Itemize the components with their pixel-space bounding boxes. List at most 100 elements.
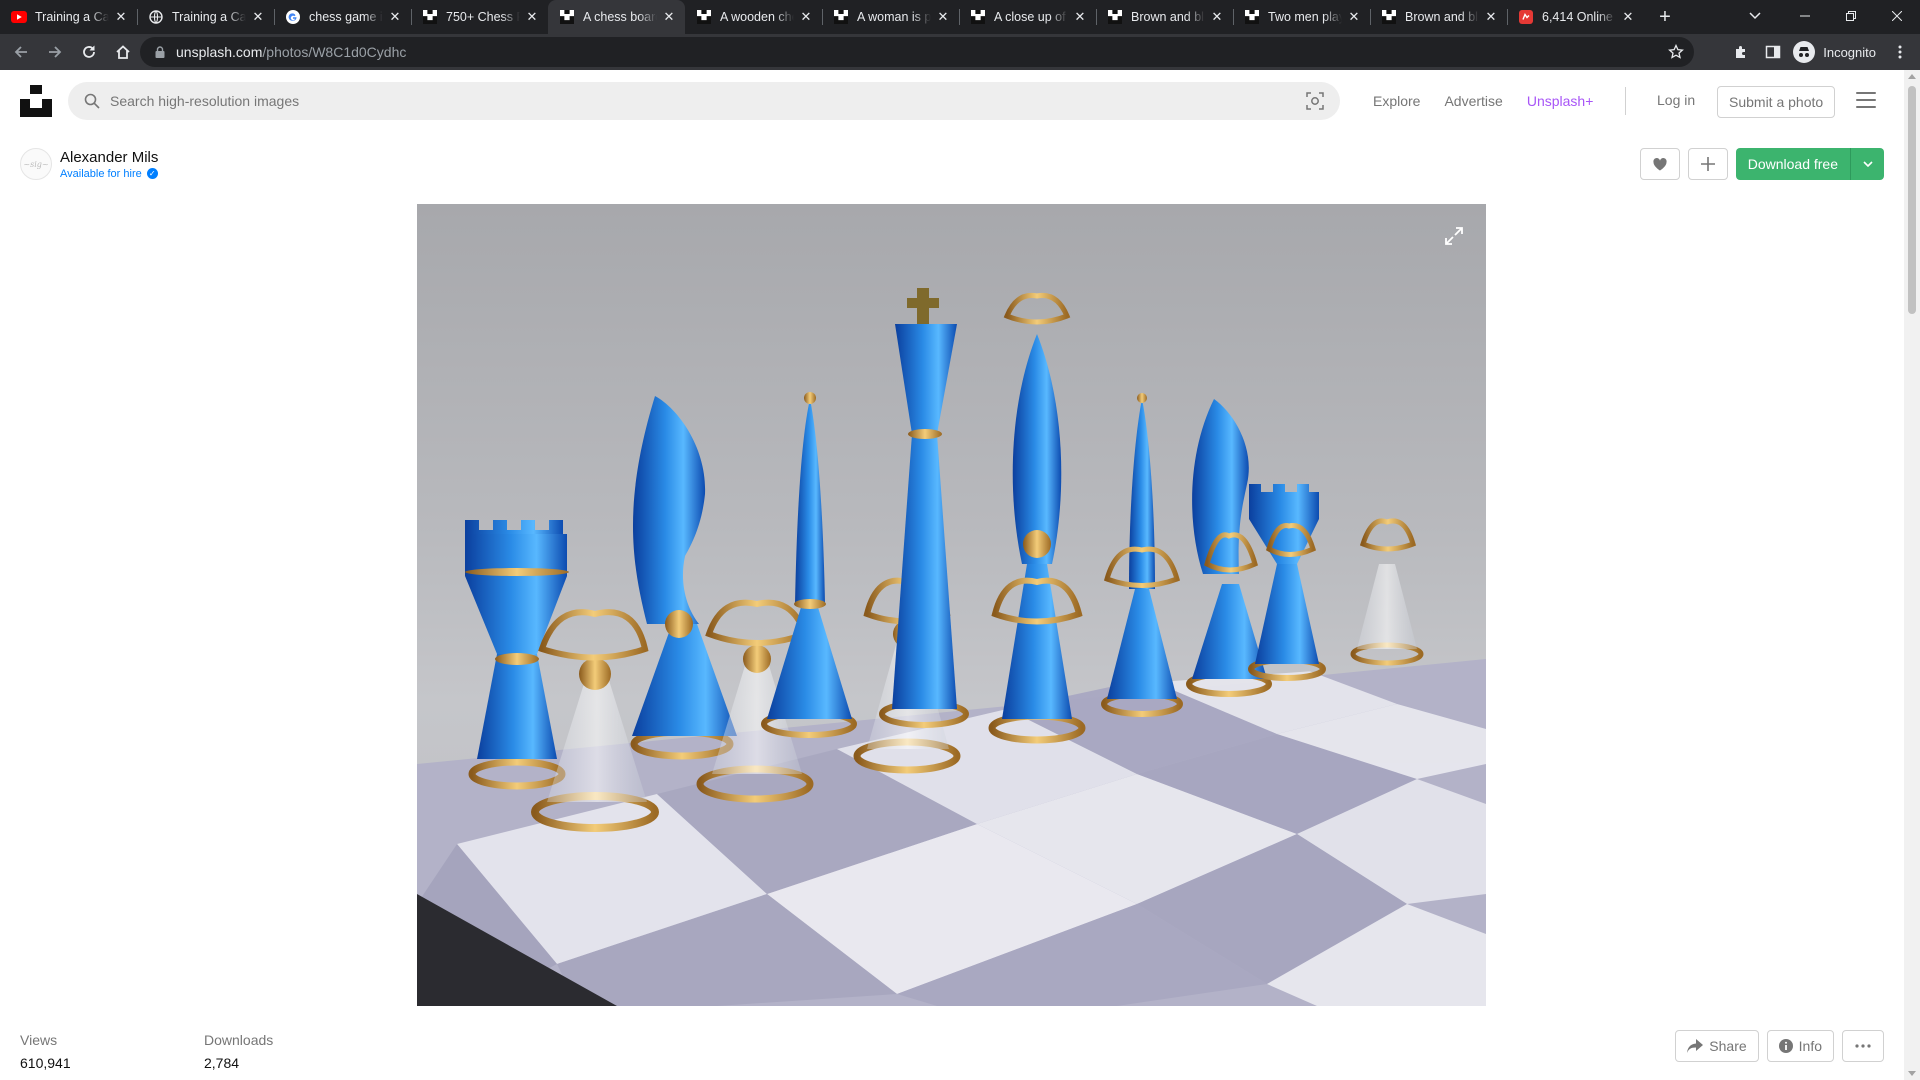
side-panel-icon: [1765, 45, 1781, 59]
tab-title: 750+ Chess P: [446, 10, 520, 24]
browser-tab[interactable]: Training a Ca ✕: [0, 0, 137, 34]
unsplash-icon: [970, 9, 986, 25]
close-tab-icon[interactable]: ✕: [1209, 9, 1225, 25]
site-header: Search high-resolution images Explore Ad…: [0, 70, 1904, 132]
nav-explore-link[interactable]: Explore: [1373, 93, 1420, 109]
stat-label: Views: [20, 1032, 58, 1048]
chess-photo-illustration: [417, 288, 1486, 1006]
login-link[interactable]: Log in: [1657, 92, 1695, 108]
close-tab-icon[interactable]: ✕: [1072, 9, 1088, 25]
scroll-up-icon[interactable]: [1908, 74, 1916, 79]
scrollbar-thumb[interactable]: [1908, 86, 1916, 314]
scroll-down-icon[interactable]: [1908, 1071, 1916, 1076]
stat-views: Views 610,941: [20, 1032, 204, 1071]
photo-actions: Download free: [1639, 148, 1884, 180]
browser-tab[interactable]: Brown and bl ✕: [1370, 0, 1507, 34]
search-input[interactable]: Search high-resolution images: [68, 82, 1340, 120]
bookmark-star-icon[interactable]: [1668, 43, 1684, 65]
expand-icon[interactable]: [1444, 226, 1464, 246]
google-icon: [285, 9, 301, 25]
incognito-profile[interactable]: Incognito: [1789, 41, 1884, 63]
home-button[interactable]: [106, 35, 140, 69]
search-placeholder: Search high-resolution images: [110, 93, 300, 109]
verified-check-icon: ✓: [146, 168, 158, 179]
unsplash-icon: [696, 9, 712, 25]
browser-tab[interactable]: 750+ Chess P ✕: [411, 0, 548, 34]
author-name[interactable]: Alexander Mils: [60, 149, 158, 166]
tab-title: A chess board: [583, 10, 657, 24]
browser-tab[interactable]: chess game ir ✕: [274, 0, 411, 34]
new-tab-button[interactable]: +: [1648, 0, 1682, 34]
hire-status[interactable]: Available for hire ✓: [60, 168, 158, 180]
close-tab-icon[interactable]: ✕: [113, 9, 129, 25]
chevron-down-icon: [1862, 161, 1873, 167]
download-options-button[interactable]: [1850, 148, 1884, 180]
close-tab-icon[interactable]: ✕: [387, 9, 403, 25]
unsplash-icon: [1244, 9, 1260, 25]
close-tab-icon[interactable]: ✕: [250, 9, 266, 25]
stat-value: 610,941: [20, 1055, 71, 1071]
browser-toolbar: unsplash.com/photos/W8C1d0Cydhc Incognit…: [0, 34, 1920, 70]
minimize-button[interactable]: [1782, 0, 1828, 32]
tab-title: Brown and bl: [1131, 10, 1204, 24]
forward-button[interactable]: [38, 35, 72, 69]
info-button[interactable]: Info: [1766, 1030, 1834, 1062]
unsplash-logo[interactable]: [20, 85, 52, 117]
more-vertical-icon: [1898, 45, 1902, 59]
side-panel-button[interactable]: [1757, 36, 1789, 68]
like-button[interactable]: [1639, 148, 1680, 180]
close-tab-icon[interactable]: ✕: [524, 9, 540, 25]
heart-icon: [1653, 157, 1667, 170]
browser-tab[interactable]: A chess board ✕: [548, 0, 685, 34]
author-avatar[interactable]: ~sig~: [20, 148, 52, 180]
browser-tab-strip: Training a Ca ✕ Training a Ca ✕ chess game i…: [0, 0, 1920, 34]
info-label: Info: [1798, 1038, 1822, 1054]
close-tab-icon[interactable]: ✕: [1620, 9, 1636, 25]
browser-tab[interactable]: 6,414 Online ✕: [1507, 0, 1644, 34]
unsplash-icon: [422, 9, 438, 25]
main-photo[interactable]: [417, 204, 1486, 1006]
extensions-button[interactable]: [1725, 36, 1757, 68]
close-window-button[interactable]: [1874, 0, 1920, 32]
address-bar[interactable]: unsplash.com/photos/W8C1d0Cydhc: [140, 37, 1694, 67]
close-tab-icon[interactable]: ✕: [1346, 9, 1362, 25]
restore-icon: [1846, 11, 1856, 21]
close-tab-icon[interactable]: ✕: [798, 9, 814, 25]
download-button[interactable]: Download free: [1735, 148, 1850, 180]
browser-tab[interactable]: A close up of ✕: [959, 0, 1096, 34]
reload-button[interactable]: [72, 35, 106, 69]
nav-advertise-link[interactable]: Advertise: [1444, 93, 1502, 109]
browser-tab[interactable]: Training a Ca ✕: [137, 0, 274, 34]
browser-tab[interactable]: Two men play ✕: [1233, 0, 1370, 34]
youtube-icon: [11, 9, 27, 25]
visual-search-icon[interactable]: [1306, 92, 1324, 110]
red-app-icon: [1518, 9, 1534, 25]
close-tab-icon[interactable]: ✕: [1483, 9, 1499, 25]
close-icon: [1892, 11, 1902, 21]
back-button[interactable]: [4, 35, 38, 69]
restore-button[interactable]: [1828, 0, 1874, 32]
nav-unsplash-plus-link[interactable]: Unsplash+: [1527, 93, 1594, 109]
browser-tab[interactable]: Brown and bl ✕: [1096, 0, 1233, 34]
page-scrollbar[interactable]: [1904, 70, 1920, 1080]
tab-search-button[interactable]: [1738, 0, 1772, 32]
window-controls: [1782, 0, 1920, 34]
puzzle-icon: [1736, 46, 1746, 58]
hire-status-text: Available for hire: [60, 167, 142, 180]
more-actions-button[interactable]: [1842, 1030, 1884, 1062]
share-button[interactable]: Share: [1675, 1030, 1759, 1062]
browser-tab[interactable]: A woman is p ✕: [822, 0, 959, 34]
share-icon: [1687, 1039, 1704, 1053]
author-block[interactable]: ~sig~ Alexander Mils Available for hire …: [20, 148, 158, 180]
add-to-collection-button[interactable]: [1687, 148, 1728, 180]
photo-stats: Views 610,941 Downloads 2,784: [20, 1032, 273, 1071]
reload-icon: [83, 45, 95, 58]
close-tab-icon[interactable]: ✕: [935, 9, 951, 25]
submit-photo-button[interactable]: Submit a photo: [1717, 86, 1836, 118]
menu-icon[interactable]: [1856, 92, 1876, 110]
browser-tab[interactable]: A wooden che ✕: [685, 0, 822, 34]
close-tab-icon[interactable]: ✕: [661, 9, 677, 25]
header-nav: Explore Advertise Unsplash+: [1373, 70, 1617, 132]
chrome-menu-button[interactable]: [1884, 36, 1916, 68]
stat-value: 2,784: [204, 1055, 240, 1071]
